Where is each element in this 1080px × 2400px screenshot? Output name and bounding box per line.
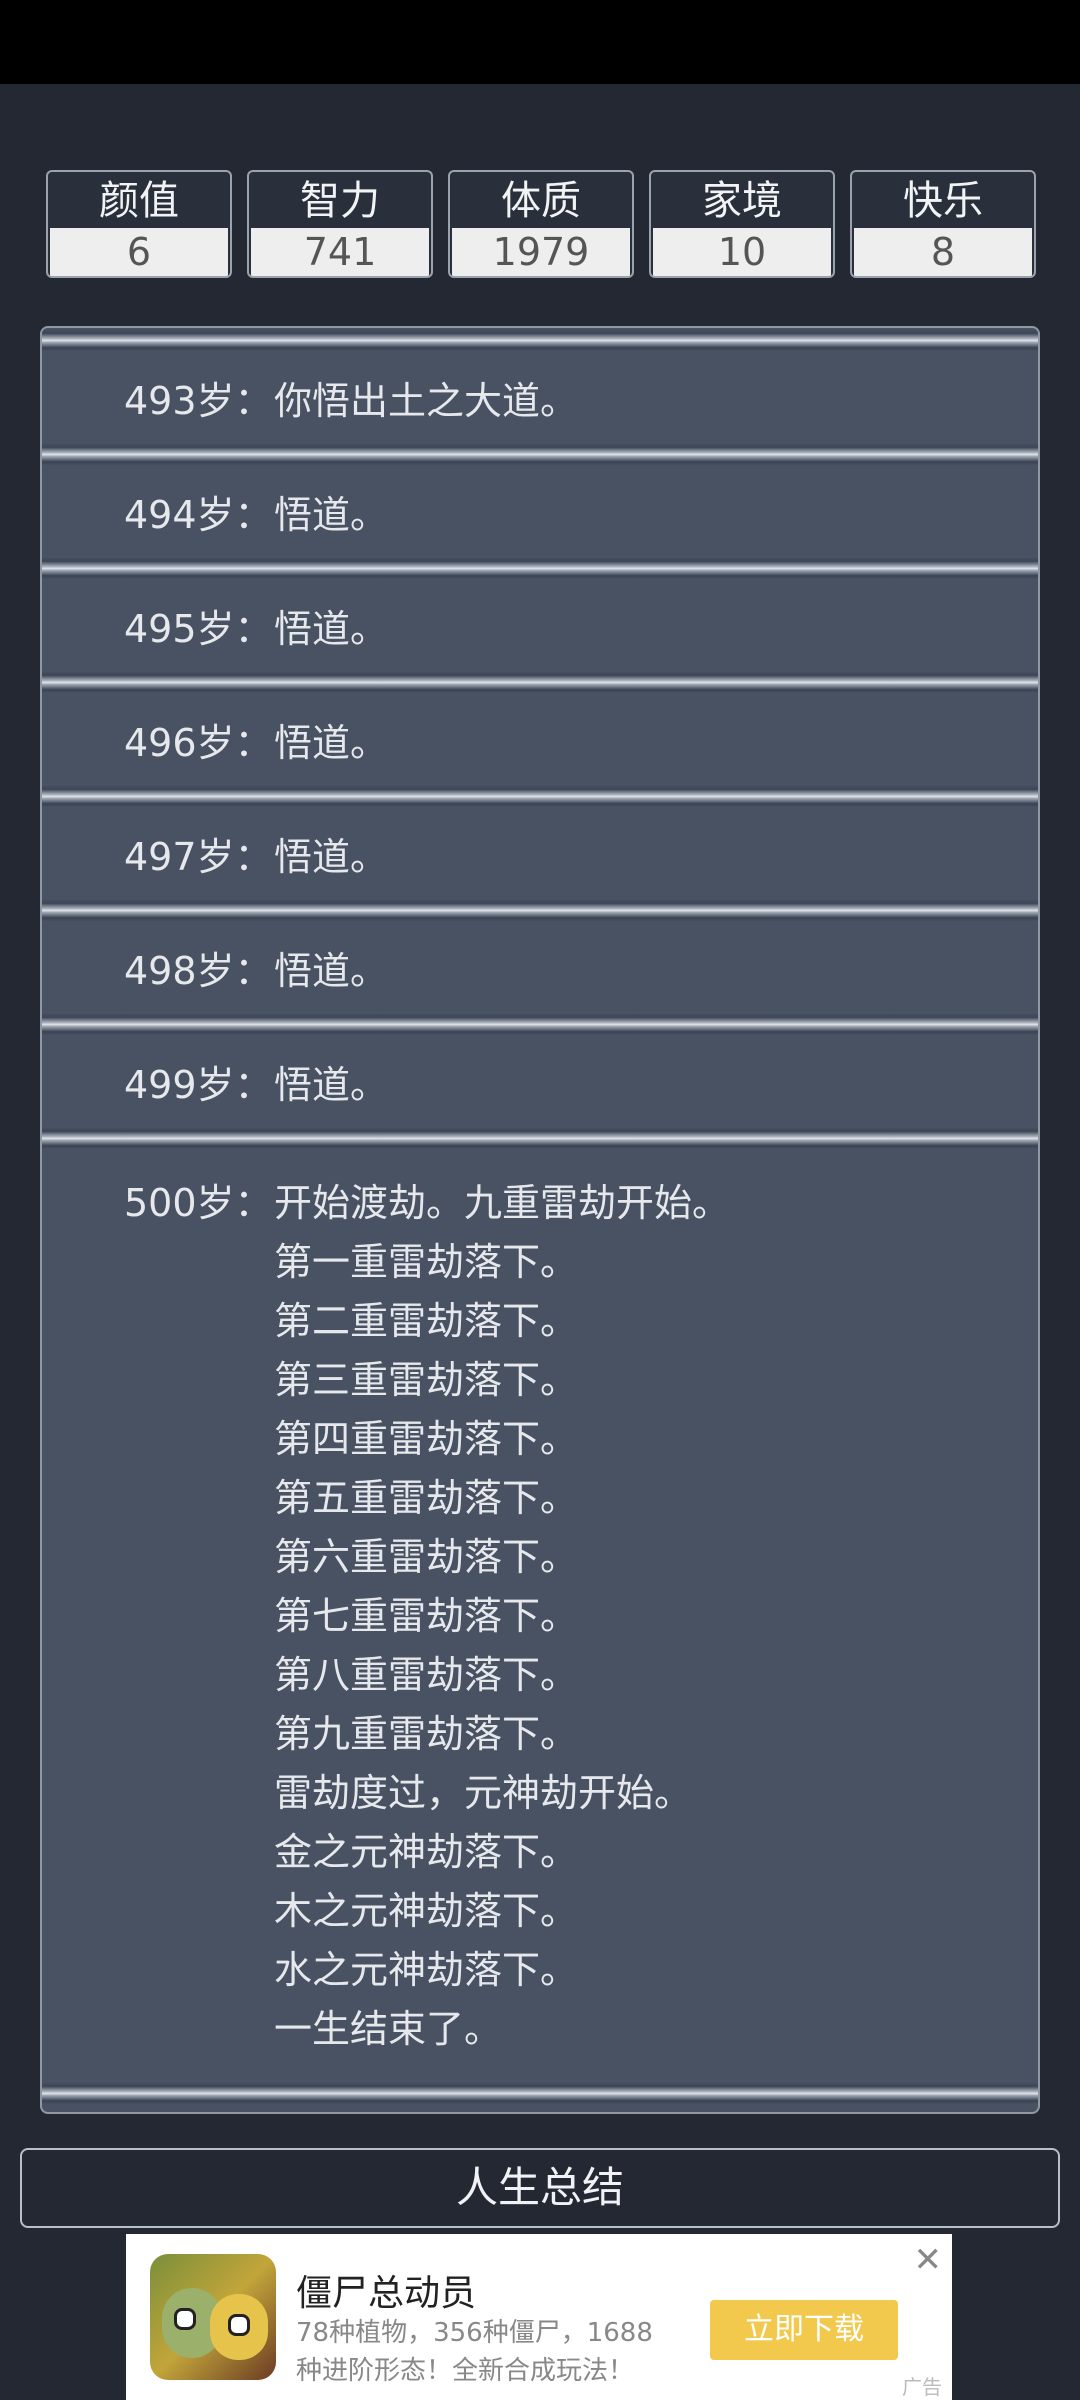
divider (42, 556, 1038, 580)
divider (42, 784, 1038, 808)
divider (42, 1126, 1038, 1150)
entry-line: 雷劫度过，元神劫开始。 (274, 1771, 693, 1815)
entry-line: 开始渡劫。九重雷劫开始。 (274, 1181, 731, 1225)
entry-text: 悟道。 (274, 948, 389, 993)
divider (42, 898, 1038, 922)
entry-line: 第一重雷劫落下。 (274, 1240, 579, 1284)
entry-line: 第三重雷劫落下。 (274, 1358, 579, 1402)
stat-value: 1979 (452, 228, 630, 276)
divider (42, 2081, 1038, 2105)
log-entry: 497岁： 悟道。 (42, 808, 1038, 898)
entry-age: 494岁： (124, 492, 273, 537)
download-button[interactable]: 立即下载 (710, 2300, 898, 2360)
entry-line: 第八重雷劫落下。 (274, 1653, 579, 1697)
entry-text: 悟道。 (274, 720, 389, 765)
stat-intelligence: 智力 741 (247, 170, 433, 278)
log-entry: 495岁： 悟道。 (42, 580, 1038, 670)
entry-age: 499岁： (124, 1062, 273, 1107)
entry-age: 497岁： (124, 834, 273, 879)
stat-value: 10 (653, 228, 831, 276)
log-entry: 496岁： 悟道。 (42, 694, 1038, 784)
entry-text: 悟道。 (274, 834, 389, 879)
divider (42, 328, 1038, 352)
stat-constitution: 体质 1979 (448, 170, 634, 278)
entry-lines: 开始渡劫。九重雷劫开始。 第一重雷劫落下。 第二重雷劫落下。 第三重雷劫落下。 … (274, 1174, 730, 2059)
entry-line: 第四重雷劫落下。 (274, 1417, 579, 1461)
stat-value: 741 (251, 228, 429, 276)
entry-text: 悟道。 (274, 606, 389, 651)
entry-line: 水之元神劫落下。 (274, 1948, 579, 1992)
entry-line: 木之元神劫落下。 (274, 1889, 579, 1933)
stat-label: 体质 (501, 178, 581, 224)
log-entry: 493岁： 你悟出土之大道。 (42, 352, 1038, 442)
ad-description: 78种植物，356种僵尸，1688种进阶形态！全新合成玩法！ (296, 2318, 653, 2386)
entry-line: 第七重雷劫落下。 (274, 1594, 579, 1638)
entry-age: 493岁： (124, 378, 273, 423)
stat-value: 8 (854, 228, 1032, 276)
log-entry: 499岁： 悟道。 (42, 1036, 1038, 1126)
stat-value: 6 (50, 228, 228, 276)
stats-panel: 颜值 6 智力 741 体质 1979 家境 10 快乐 8 (46, 170, 1036, 280)
ad-title: 僵尸总动员 (296, 2273, 477, 2314)
entry-line: 金之元神劫落下。 (274, 1830, 579, 1874)
entry-age: 495岁： (124, 606, 273, 651)
eye-shape (174, 2308, 196, 2330)
entry-line: 第六重雷劫落下。 (274, 1535, 579, 1579)
entry-line: 第九重雷劫落下。 (274, 1712, 579, 1756)
divider (42, 670, 1038, 694)
ad-label: 广告 (902, 2375, 942, 2399)
log-entry: 494岁： 悟道。 (42, 466, 1038, 556)
divider (42, 1012, 1038, 1036)
entry-age: 498岁： (124, 948, 273, 993)
entry-text: 悟道。 (274, 492, 389, 537)
stat-label: 家境 (702, 178, 782, 224)
stat-family: 家境 10 (649, 170, 835, 278)
stat-label: 颜值 (99, 178, 179, 224)
stat-label: 快乐 (903, 178, 983, 224)
entry-line: 第五重雷劫落下。 (274, 1476, 579, 1520)
entry-line: 第二重雷劫落下。 (274, 1299, 579, 1343)
entry-text: 悟道。 (274, 1062, 389, 1107)
eye-shape (228, 2314, 250, 2336)
life-summary-button[interactable]: 人生总结 (20, 2148, 1060, 2228)
stat-label: 智力 (300, 178, 380, 224)
game-app-icon[interactable] (150, 2254, 276, 2380)
log-entry: 498岁： 悟道。 (42, 922, 1038, 1012)
entry-age: 500岁： (124, 1181, 273, 1225)
ad-banner[interactable]: 僵尸总动员 78种植物，356种僵尸，1688种进阶形态！全新合成玩法！ 立即下… (126, 2234, 952, 2400)
close-icon[interactable]: ✕ (914, 2240, 943, 2280)
entry-age: 496岁： (124, 720, 273, 765)
life-log[interactable]: 493岁： 你悟出土之大道。 494岁： 悟道。 495岁： 悟道。 496岁：… (40, 326, 1040, 2114)
stat-happiness: 快乐 8 (850, 170, 1036, 278)
stat-appearance: 颜值 6 (46, 170, 232, 278)
status-bar (0, 0, 1080, 84)
entry-text: 你悟出土之大道。 (274, 378, 579, 423)
divider (42, 442, 1038, 466)
entry-line: 一生结束了。 (274, 2007, 503, 2051)
log-entry-final: 500岁： 开始渡劫。九重雷劫开始。 第一重雷劫落下。 第二重雷劫落下。 第三重… (42, 1150, 1038, 2081)
